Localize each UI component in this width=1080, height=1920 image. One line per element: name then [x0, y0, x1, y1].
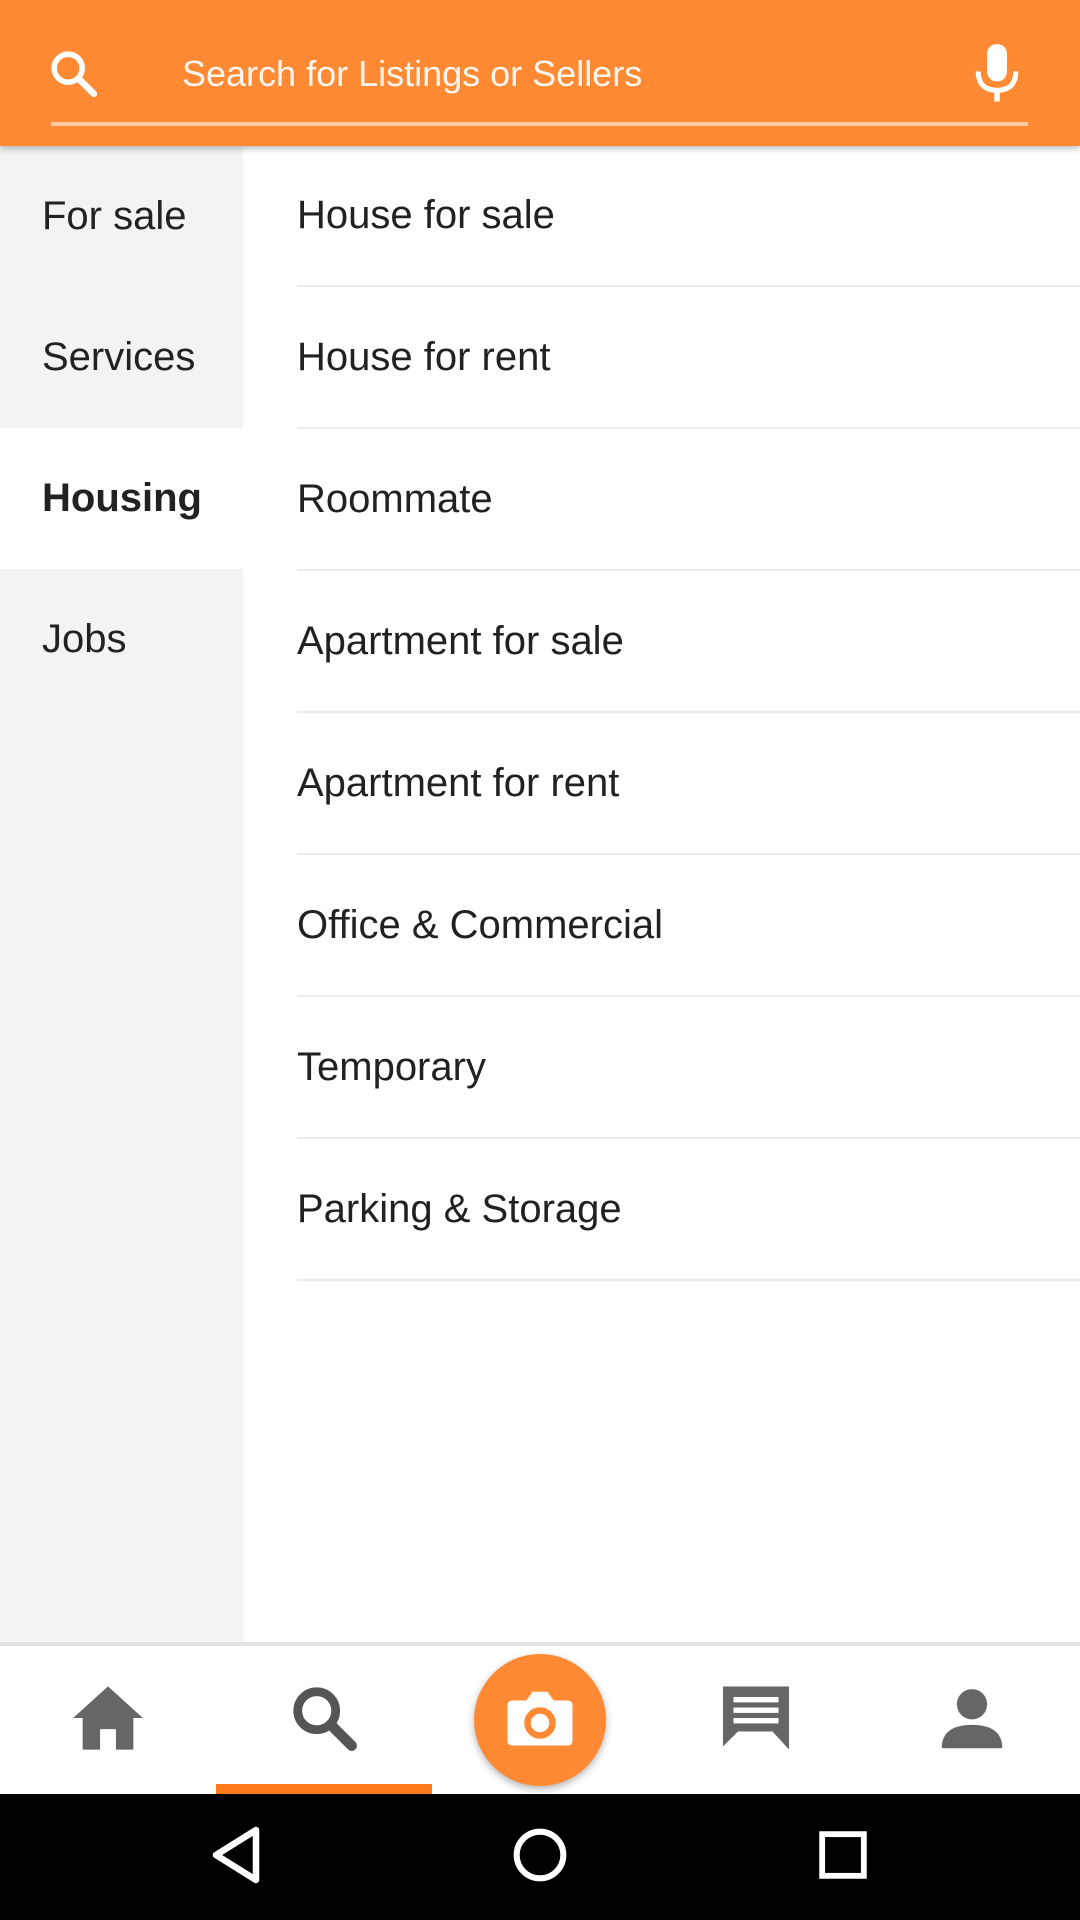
- list-item-label: Apartment for sale: [297, 619, 624, 663]
- system-navigation-bar: [0, 1794, 1080, 1920]
- list-item[interactable]: Parking & Storage: [297, 1140, 1080, 1281]
- sidebar-item-jobs[interactable]: Jobs: [0, 569, 243, 710]
- sidebar-item-for-sale[interactable]: For sale: [0, 146, 243, 287]
- nav-profile-button[interactable]: [864, 1646, 1080, 1794]
- list-item[interactable]: House for rent: [297, 288, 1080, 429]
- profile-icon: [939, 1685, 1005, 1756]
- nav-selected-indicator: [216, 1784, 432, 1794]
- category-sidebar: For sale Services Housing Jobs: [0, 146, 243, 1642]
- chat-icon: [720, 1683, 792, 1758]
- search-icon: [289, 1683, 359, 1758]
- list-item[interactable]: Apartment for sale: [297, 572, 1080, 713]
- recents-icon: [818, 1830, 868, 1885]
- nav-home-button[interactable]: [0, 1646, 216, 1794]
- search-header: [0, 0, 1080, 146]
- sidebar-item-label: Housing: [42, 476, 202, 520]
- list-item[interactable]: Apartment for rent: [297, 714, 1080, 855]
- microphone-icon[interactable]: [972, 44, 1022, 104]
- list-item-label: Temporary: [297, 1045, 486, 1089]
- list-item-label: House for sale: [297, 193, 555, 237]
- list-item-label: Apartment for rent: [297, 761, 620, 805]
- search-icon[interactable]: [46, 46, 102, 102]
- sidebar-item-label: For sale: [42, 194, 187, 238]
- back-icon: [208, 1825, 264, 1890]
- list-item-label: Roommate: [297, 477, 493, 521]
- list-item[interactable]: Office & Commercial: [297, 856, 1080, 997]
- system-back-button[interactable]: [203, 1824, 269, 1890]
- app-screen: For sale Services Housing Jobs House for…: [0, 0, 1080, 1920]
- list-item[interactable]: Roommate: [297, 430, 1080, 571]
- subcategory-list: House for sale House for rent Roommate A…: [243, 146, 1080, 1642]
- sidebar-item-label: Services: [42, 335, 196, 379]
- sidebar-item-housing[interactable]: Housing: [0, 428, 243, 569]
- sidebar-item-label: Jobs: [42, 617, 127, 661]
- camera-icon: [505, 1688, 575, 1753]
- list-item-label: House for rent: [297, 335, 551, 379]
- system-recents-button[interactable]: [810, 1824, 876, 1890]
- sidebar-item-services[interactable]: Services: [0, 287, 243, 428]
- system-home-button[interactable]: [507, 1824, 573, 1890]
- sell-camera-button[interactable]: [474, 1654, 606, 1786]
- nav-search-button[interactable]: [216, 1646, 432, 1794]
- nav-messages-button[interactable]: [648, 1646, 864, 1794]
- list-item[interactable]: Temporary: [297, 998, 1080, 1139]
- home-icon: [70, 1683, 146, 1758]
- list-item[interactable]: House for sale: [297, 146, 1080, 287]
- search-input[interactable]: [182, 44, 922, 104]
- list-item-label: Office & Commercial: [297, 903, 664, 947]
- search-underline: [51, 122, 1028, 126]
- home-circle-icon: [512, 1827, 568, 1888]
- list-item-label: Parking & Storage: [297, 1187, 622, 1231]
